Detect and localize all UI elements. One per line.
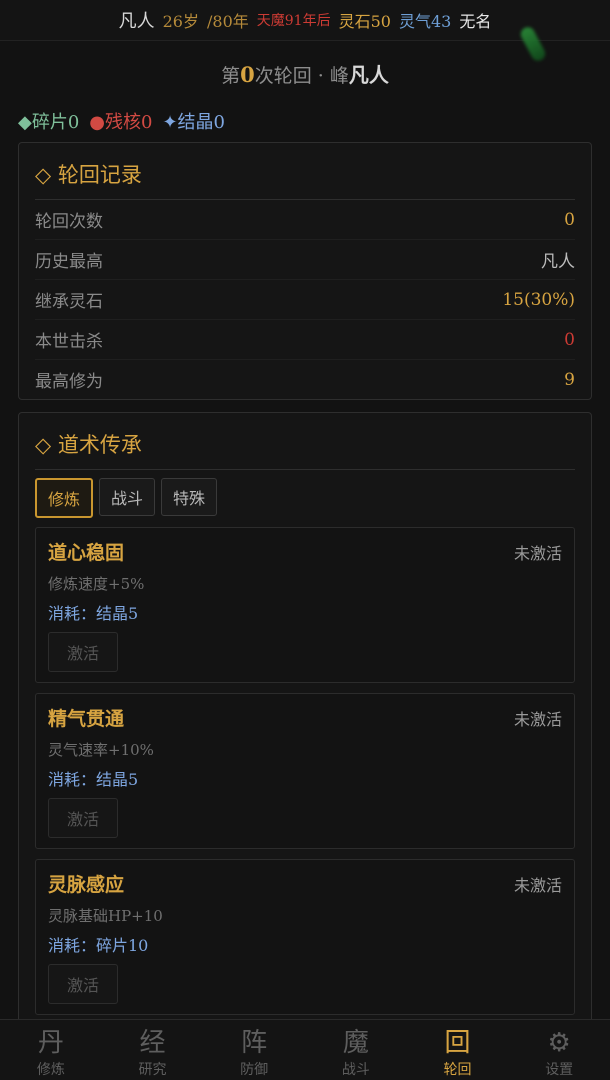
status-age: 26岁	[162, 12, 199, 31]
record-row: 本世击杀 0	[35, 320, 575, 360]
record-row: 轮回次数 0	[35, 200, 575, 240]
record-row: 历史最高 凡人	[35, 240, 575, 280]
record-label: 本世击杀	[35, 332, 103, 352]
skill-cost: 消耗：结晶5	[48, 770, 139, 789]
record-value: 0	[564, 209, 575, 230]
skill-cost: 消耗：碎片10	[48, 936, 149, 955]
gear-icon: ⚙	[547, 1028, 571, 1058]
status-bar: 凡人 26岁 /80年 天魔91年后 灵石50 灵气43 无名	[0, 0, 610, 41]
nav-label: 修炼	[36, 1062, 65, 1078]
cycle-title: 第0次轮回 · 峰凡人	[0, 59, 610, 88]
cycle-prefix: 第	[221, 65, 241, 87]
nav-label: 研究	[138, 1062, 167, 1078]
resource-core: ●残核0	[89, 112, 153, 133]
nav-label: 设置	[545, 1062, 574, 1078]
nav-label: 防御	[240, 1062, 269, 1078]
bottom-nav: 丹 修炼 经 研究 阵 防御 魔 战斗 回 轮回 ⚙ 设置	[0, 1019, 610, 1080]
nav-item-reincarnation[interactable]: 回 轮回	[407, 1020, 509, 1080]
skill-status: 未激活	[513, 544, 562, 563]
tab-cultivate[interactable]: 修炼	[35, 478, 94, 518]
cycle-peak: 凡人	[348, 63, 389, 87]
skill-card: 道心稳固 未激活 修炼速度+5% 消耗：结晶5 激活	[35, 527, 575, 683]
resource-bar: ◆碎片0 ●残核0 ✦结晶0	[18, 108, 610, 134]
scripture-icon: 经	[139, 1028, 166, 1058]
status-spirit-stone: 灵石50	[338, 12, 391, 31]
status-qi: 灵气43	[398, 12, 452, 31]
record-title: ◇ 轮回记录	[35, 143, 575, 200]
pill-icon: 丹	[37, 1028, 64, 1058]
cycle-count: 0	[240, 62, 255, 87]
skill-card: 精气贯通 未激活 灵气速率+10% 消耗：结晶5 激活	[35, 693, 575, 849]
skill-desc: 灵脉基础HP+10	[48, 907, 163, 925]
inherit-card: ◇ 道术传承 修炼 战斗 特殊 道心稳固 未激活 修炼速度+5% 消耗：结晶5 …	[18, 412, 592, 1026]
skill-name: 道心稳固	[48, 542, 125, 564]
activate-button[interactable]: 激活	[48, 964, 118, 1004]
record-value: 15(30%)	[502, 289, 575, 310]
activate-button[interactable]: 激活	[48, 798, 118, 838]
record-row: 最高修为 9	[35, 360, 575, 399]
formation-icon: 阵	[241, 1028, 268, 1058]
skill-status: 未激活	[513, 710, 562, 729]
status-rank: 凡人	[118, 11, 155, 32]
app-root: 凡人 26岁 /80年 天魔91年后 灵石50 灵气43 无名 第0次轮回 · …	[0, 0, 610, 1080]
nav-item-defense[interactable]: 阵 防御	[203, 1020, 305, 1080]
record-label: 继承灵石	[35, 292, 103, 312]
status-player-name: 无名	[459, 12, 492, 31]
skill-desc: 灵气速率+10%	[48, 741, 154, 759]
resource-shard: ◆碎片0	[18, 112, 80, 133]
nav-item-research[interactable]: 经 研究	[102, 1020, 204, 1080]
tab-combat[interactable]: 战斗	[99, 478, 156, 516]
skill-card: 灵脉感应 未激活 灵脉基础HP+10 消耗：碎片10 激活	[35, 859, 575, 1015]
skill-name: 精气贯通	[48, 708, 125, 730]
nav-label: 轮回	[443, 1062, 472, 1078]
activate-button[interactable]: 激活	[48, 632, 118, 672]
record-label: 轮回次数	[35, 212, 103, 232]
demon-icon: 魔	[342, 1028, 369, 1058]
inherit-title: ◇ 道术传承	[35, 413, 575, 470]
skill-cost: 消耗：结晶5	[48, 604, 139, 623]
record-value: 9	[564, 369, 575, 390]
record-row: 继承灵石 15(30%)	[35, 280, 575, 320]
skill-desc: 修炼速度+5%	[48, 575, 145, 593]
nav-item-combat[interactable]: 魔 战斗	[305, 1020, 407, 1080]
skill-name: 灵脉感应	[48, 874, 125, 896]
status-demon-countdown: 天魔91年后	[256, 13, 331, 29]
record-card: ◇ 轮回记录 轮回次数 0 历史最高 凡人 继承灵石 15(30%) 本世击杀 …	[18, 142, 592, 400]
cycle-middle: 次轮回 · 峰	[254, 65, 349, 87]
record-value: 凡人	[541, 252, 575, 272]
record-value: 0	[564, 329, 575, 350]
tab-special[interactable]: 特殊	[161, 478, 218, 516]
record-label: 最高修为	[35, 372, 103, 392]
inherit-tabs: 修炼 战斗 特殊	[35, 470, 575, 527]
resource-crystal: ✦结晶0	[162, 112, 226, 133]
skill-status: 未激活	[513, 876, 562, 895]
nav-label: 战斗	[341, 1062, 370, 1078]
status-lifespan: /80年	[207, 12, 249, 31]
nav-item-settings[interactable]: ⚙ 设置	[508, 1020, 610, 1080]
record-label: 历史最高	[35, 252, 103, 272]
cycle-icon: 回	[444, 1028, 471, 1058]
nav-item-cultivate[interactable]: 丹 修炼	[0, 1020, 102, 1080]
